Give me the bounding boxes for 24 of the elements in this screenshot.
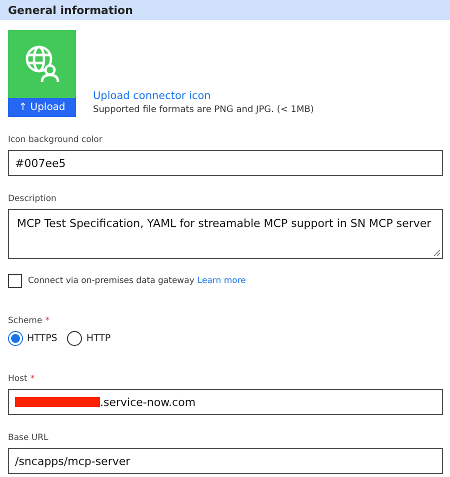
host-input-field[interactable]: .service-now.com <box>8 389 443 415</box>
upload-button[interactable]: ↑ Upload <box>8 98 76 117</box>
required-asterisk: * <box>30 374 35 384</box>
radio-label: HTTPS <box>27 333 58 344</box>
required-asterisk: * <box>45 316 50 326</box>
description-field[interactable]: MCP Test Specification, YAML for streamable MCP support in SN MCP server <box>8 209 443 259</box>
gateway-label: Connect via on-premises data gateway <box>28 276 194 286</box>
base-url-field[interactable]: /sncapps/mcp-server <box>8 448 443 474</box>
color-input-field[interactable]: #007ee5 <box>8 150 443 176</box>
gateway-checkbox[interactable] <box>8 274 22 288</box>
upload-icon-link[interactable]: Upload connector icon <box>93 90 314 102</box>
globe-user-icon <box>24 44 60 84</box>
field-label: Description <box>8 194 56 204</box>
learn-more-link[interactable]: Learn more <box>197 276 246 286</box>
radio-label: HTTP <box>86 333 111 344</box>
field-label: Icon background color <box>8 135 102 145</box>
radio-button[interactable] <box>8 331 23 346</box>
field-label: Base URL <box>8 433 48 443</box>
field-label: Host <box>8 374 28 384</box>
field-label: Scheme <box>8 316 42 326</box>
resize-grip-icon[interactable] <box>434 250 440 256</box>
section-header: General information <box>0 0 450 20</box>
file-format-hint: Supported file formats are PNG and JPG. (< 1MB) <box>93 105 314 115</box>
radio-button[interactable] <box>67 331 82 346</box>
